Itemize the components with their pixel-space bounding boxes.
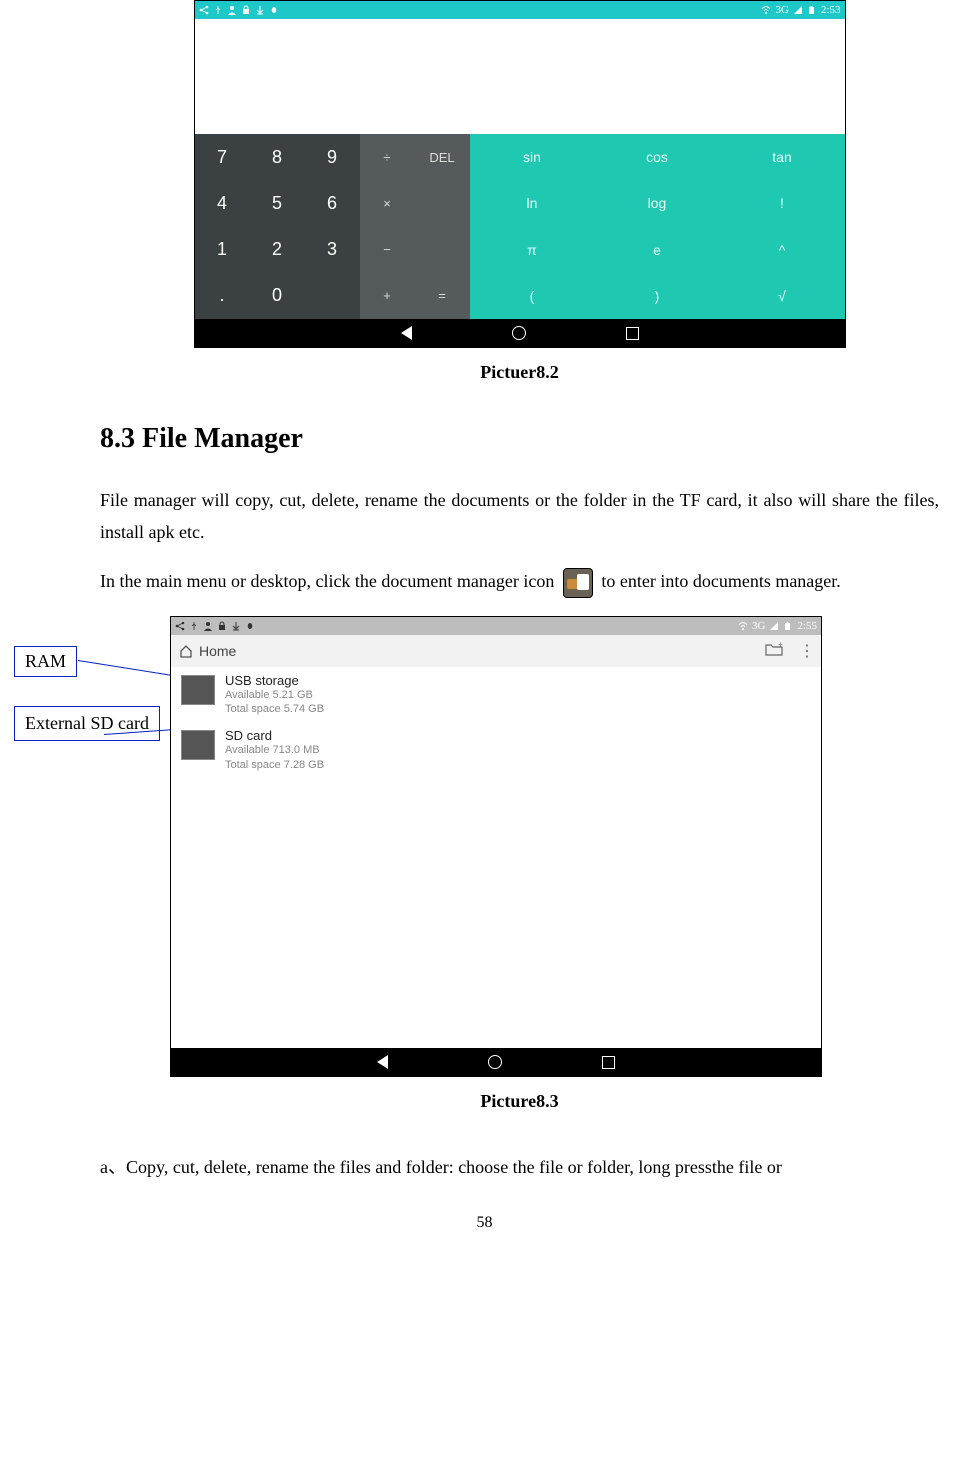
key-sqrt[interactable]: √ bbox=[720, 273, 845, 319]
key-equals[interactable]: = bbox=[415, 273, 470, 319]
android-navbar bbox=[171, 1048, 821, 1076]
fm-item-sd[interactable]: SD card Available 713.0 MB Total space 7… bbox=[171, 722, 821, 778]
key-plus[interactable]: + bbox=[360, 273, 415, 319]
key-pow[interactable]: ^ bbox=[720, 227, 845, 273]
recent-icon[interactable] bbox=[602, 1056, 615, 1069]
lock-icon bbox=[217, 621, 227, 631]
bug-icon bbox=[269, 5, 279, 15]
home-icon bbox=[179, 644, 193, 658]
usb-icon bbox=[213, 5, 223, 15]
key-sin[interactable]: sin bbox=[470, 134, 595, 180]
key-minus[interactable]: − bbox=[360, 227, 415, 273]
key-3[interactable]: 3 bbox=[305, 227, 360, 273]
android-navbar bbox=[195, 319, 845, 347]
calculator-keypad: 7 8 9 4 5 6 1 2 3 . 0 ÷ DEL × bbox=[195, 134, 845, 319]
trailing-paragraph: a、Copy, cut, delete, rename the files an… bbox=[100, 1152, 939, 1184]
home-icon[interactable] bbox=[512, 326, 526, 340]
key-dot[interactable]: . bbox=[195, 273, 250, 319]
network-label: 3G bbox=[775, 4, 788, 16]
person-icon bbox=[203, 621, 213, 631]
file-manager-screenshot: 3G 2:55 Home + bbox=[170, 616, 822, 1077]
item-line2: Total space 5.74 GB bbox=[225, 702, 324, 716]
fm-caption: Picture8.3 bbox=[100, 1091, 939, 1112]
fm-clock: 2:55 bbox=[797, 620, 817, 632]
key-5[interactable]: 5 bbox=[250, 180, 305, 226]
file-manager-icon bbox=[563, 568, 593, 598]
para2-pre: In the main menu or desktop, click the d… bbox=[100, 571, 559, 591]
key-tan[interactable]: tan bbox=[720, 134, 845, 180]
battery-icon bbox=[783, 621, 793, 631]
key-e[interactable]: e bbox=[595, 227, 720, 273]
key-op-empty2[interactable] bbox=[415, 227, 470, 273]
share-icon bbox=[175, 621, 185, 631]
key-8[interactable]: 8 bbox=[250, 134, 305, 180]
key-log[interactable]: log bbox=[595, 180, 720, 226]
calculator-screenshot: 3G 2:53 7 8 9 4 5 6 bbox=[194, 0, 846, 348]
fm-item-usb[interactable]: USB storage Available 5.21 GB Total spac… bbox=[171, 667, 821, 723]
download-icon bbox=[231, 621, 241, 631]
para2-post: to enter into documents manager. bbox=[601, 571, 840, 591]
item-line1: Available 5.21 GB bbox=[225, 688, 324, 702]
fm-header: Home + ⋮ bbox=[171, 635, 821, 667]
share-icon bbox=[199, 5, 209, 15]
person-icon bbox=[227, 5, 237, 15]
storage-thumb-icon bbox=[181, 730, 215, 760]
item-line1: Available 713.0 MB bbox=[225, 743, 324, 757]
section-heading: 8.3 File Manager bbox=[100, 423, 939, 455]
home-icon[interactable] bbox=[488, 1055, 502, 1069]
wifi-icon bbox=[761, 5, 771, 15]
item-title: SD card bbox=[225, 728, 324, 743]
svg-text:+: + bbox=[778, 642, 783, 649]
callout-ram: RAM bbox=[14, 646, 77, 677]
storage-thumb-icon bbox=[181, 675, 215, 705]
bug-icon bbox=[245, 621, 255, 631]
key-0[interactable]: 0 bbox=[250, 273, 305, 319]
key-2[interactable]: 2 bbox=[250, 227, 305, 273]
lock-icon bbox=[241, 5, 251, 15]
key-pi[interactable]: π bbox=[470, 227, 595, 273]
paragraph-2: In the main menu or desktop, click the d… bbox=[100, 566, 939, 598]
signal-icon bbox=[793, 5, 803, 15]
status-bar: 3G 2:53 bbox=[195, 1, 845, 19]
calculator-caption: Pictuer8.2 bbox=[100, 362, 939, 383]
item-title: USB storage bbox=[225, 673, 324, 688]
key-lparen[interactable]: ( bbox=[470, 273, 595, 319]
wifi-icon bbox=[738, 621, 748, 631]
page-number: 58 bbox=[0, 1214, 969, 1232]
key-multiply[interactable]: × bbox=[360, 180, 415, 226]
back-icon[interactable] bbox=[401, 326, 412, 340]
key-4[interactable]: 4 bbox=[195, 180, 250, 226]
recent-icon[interactable] bbox=[626, 327, 639, 340]
key-divide[interactable]: ÷ bbox=[360, 134, 415, 180]
key-1[interactable]: 1 bbox=[195, 227, 250, 273]
fm-network-label: 3G bbox=[752, 620, 765, 632]
key-7[interactable]: 7 bbox=[195, 134, 250, 180]
fm-status-bar: 3G 2:55 bbox=[171, 617, 821, 635]
key-6[interactable]: 6 bbox=[305, 180, 360, 226]
back-icon[interactable] bbox=[377, 1055, 388, 1069]
clock: 2:53 bbox=[821, 4, 841, 16]
calculator-display bbox=[195, 19, 845, 134]
key-ln[interactable]: ln bbox=[470, 180, 595, 226]
fm-empty-area bbox=[171, 778, 821, 1048]
add-folder-icon[interactable]: + bbox=[765, 642, 783, 659]
overflow-menu-icon[interactable]: ⋮ bbox=[799, 641, 813, 661]
key-empty[interactable] bbox=[305, 273, 360, 319]
key-rparen[interactable]: ) bbox=[595, 273, 720, 319]
download-icon bbox=[255, 5, 265, 15]
key-del[interactable]: DEL bbox=[415, 134, 470, 180]
key-9[interactable]: 9 bbox=[305, 134, 360, 180]
key-cos[interactable]: cos bbox=[595, 134, 720, 180]
key-fact[interactable]: ! bbox=[720, 180, 845, 226]
signal-icon bbox=[769, 621, 779, 631]
paragraph-1: File manager will copy, cut, delete, ren… bbox=[100, 485, 939, 548]
item-line2: Total space 7.28 GB bbox=[225, 758, 324, 772]
key-op-empty1[interactable] bbox=[415, 180, 470, 226]
usb-icon bbox=[189, 621, 199, 631]
fm-title: Home bbox=[199, 643, 236, 659]
fm-list: USB storage Available 5.21 GB Total spac… bbox=[171, 667, 821, 778]
battery-icon bbox=[807, 5, 817, 15]
